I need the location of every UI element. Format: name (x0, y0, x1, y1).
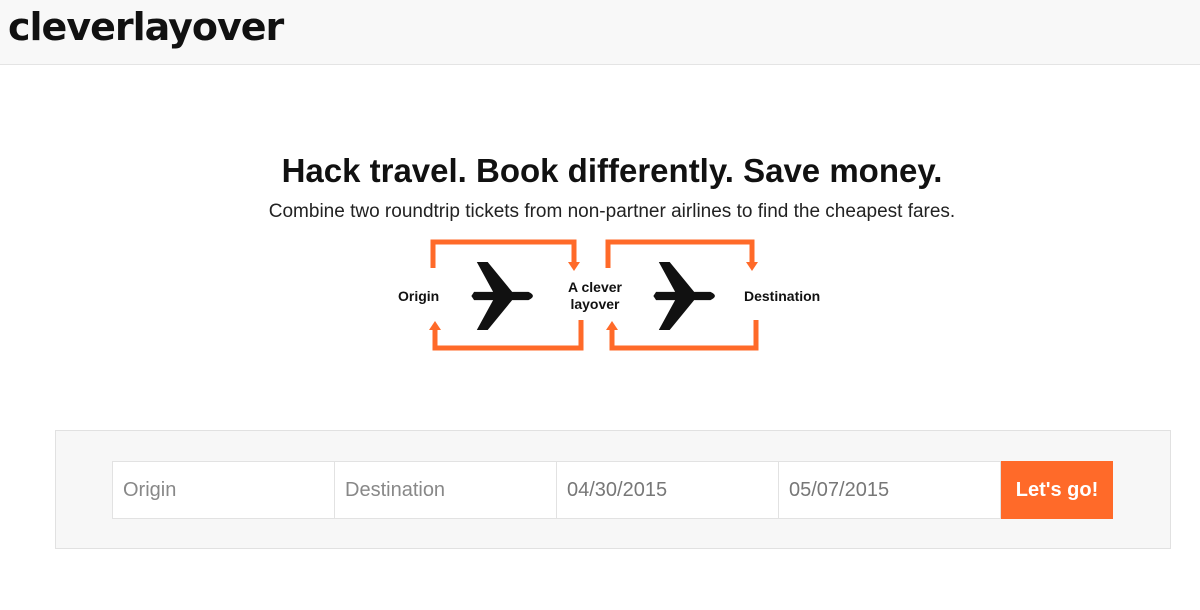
airplane-icon (653, 262, 715, 330)
outbound-arrow-right (605, 239, 758, 271)
outbound-arrow-left (430, 239, 580, 271)
airplane-icon (471, 262, 533, 330)
hero-subheadline: Combine two roundtrip tickets from non-p… (268, 201, 956, 222)
layover-diagram: Origin A clever layover Destination (390, 236, 840, 356)
destination-input[interactable] (334, 461, 557, 519)
navbar: cleverlayover (0, 0, 1200, 65)
diagram-label-destination: Destination (744, 288, 821, 304)
diagram-label-layover: A clever layover (568, 279, 622, 312)
brand-logo[interactable]: cleverlayover (8, 5, 284, 49)
search-panel: Let's go! (55, 430, 1171, 549)
return-date-input[interactable] (778, 461, 1001, 519)
diagram-label-origin: Origin (398, 288, 440, 304)
search-form: Let's go! (112, 461, 1113, 519)
search-submit-button[interactable]: Let's go! (1001, 461, 1113, 519)
return-arrow-right (606, 320, 759, 351)
return-arrow-left (429, 320, 584, 351)
depart-date-input[interactable] (556, 461, 779, 519)
origin-input[interactable] (112, 461, 335, 519)
hero-headline: Hack travel. Book differently. Save mone… (281, 152, 943, 189)
